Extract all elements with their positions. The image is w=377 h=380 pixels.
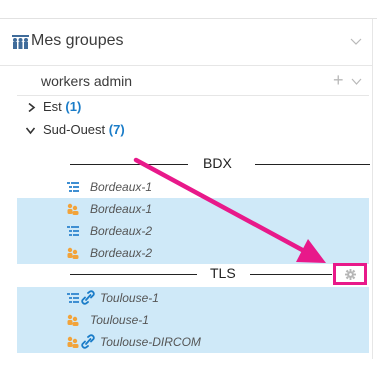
tree-item-sud-ouest-count: (7) [108, 122, 125, 137]
workers-admin-row[interactable]: workers admin + [17, 67, 369, 96]
users-icon [67, 247, 79, 259]
section-label-tls: TLS [210, 265, 236, 281]
tree-item-est[interactable]: Est (1) [17, 96, 369, 118]
group-item[interactable]: Toulouse-1 [17, 309, 369, 331]
link-icon [81, 334, 95, 349]
chevron-right-icon[interactable] [27, 103, 36, 112]
group-icon [12, 35, 29, 49]
group-item[interactable]: Bordeaux-1 [17, 198, 369, 220]
group-item[interactable]: Bordeaux-2 [17, 220, 369, 242]
groups-title: Mes groupes [31, 32, 124, 49]
group-label: Bordeaux-2 [90, 246, 153, 260]
workers-admin-label: workers admin [41, 73, 133, 89]
add-group-button[interactable]: + [333, 71, 344, 89]
group-label: Bordeaux-1 [90, 180, 153, 194]
tree-item-est-label: Est [43, 99, 62, 114]
chevron-down-icon[interactable] [26, 126, 35, 135]
list-icon [67, 293, 79, 303]
section-divider [70, 164, 188, 165]
group-item[interactable]: Bordeaux-2 [17, 242, 369, 264]
list-icon [67, 226, 79, 236]
section-label-bdx: BDX [203, 155, 232, 171]
tree-item-est-count: (1) [65, 99, 82, 114]
group-label: Toulouse-1 [90, 313, 149, 327]
tree-item-sud-ouest[interactable]: Sud-Ouest (7) [17, 119, 369, 141]
section-settings-highlight[interactable] [333, 263, 367, 285]
section-divider [255, 164, 370, 165]
list-icon [67, 182, 79, 192]
users-icon [67, 336, 79, 348]
group-label: Bordeaux-2 [90, 224, 153, 238]
group-item[interactable]: Toulouse-1 [17, 287, 369, 309]
users-icon [67, 314, 79, 326]
chevron-down-icon[interactable] [350, 35, 362, 47]
link-icon [81, 290, 95, 305]
section-divider [70, 274, 197, 275]
group-label: Bordeaux-1 [90, 202, 153, 216]
group-item[interactable]: Toulouse-DIRCOM [17, 331, 369, 353]
users-icon [67, 203, 79, 215]
group-label: Toulouse-DIRCOM [100, 335, 201, 349]
group-label: Toulouse-1 [100, 291, 159, 305]
chevron-down-icon[interactable] [351, 76, 362, 87]
tree-item-sud-ouest-label: Sud-Ouest [43, 122, 106, 137]
group-item[interactable]: Bordeaux-1 [17, 176, 369, 198]
groups-header[interactable]: Mes groupes [0, 19, 372, 66]
gear-icon[interactable] [345, 269, 356, 280]
section-divider [250, 274, 332, 275]
